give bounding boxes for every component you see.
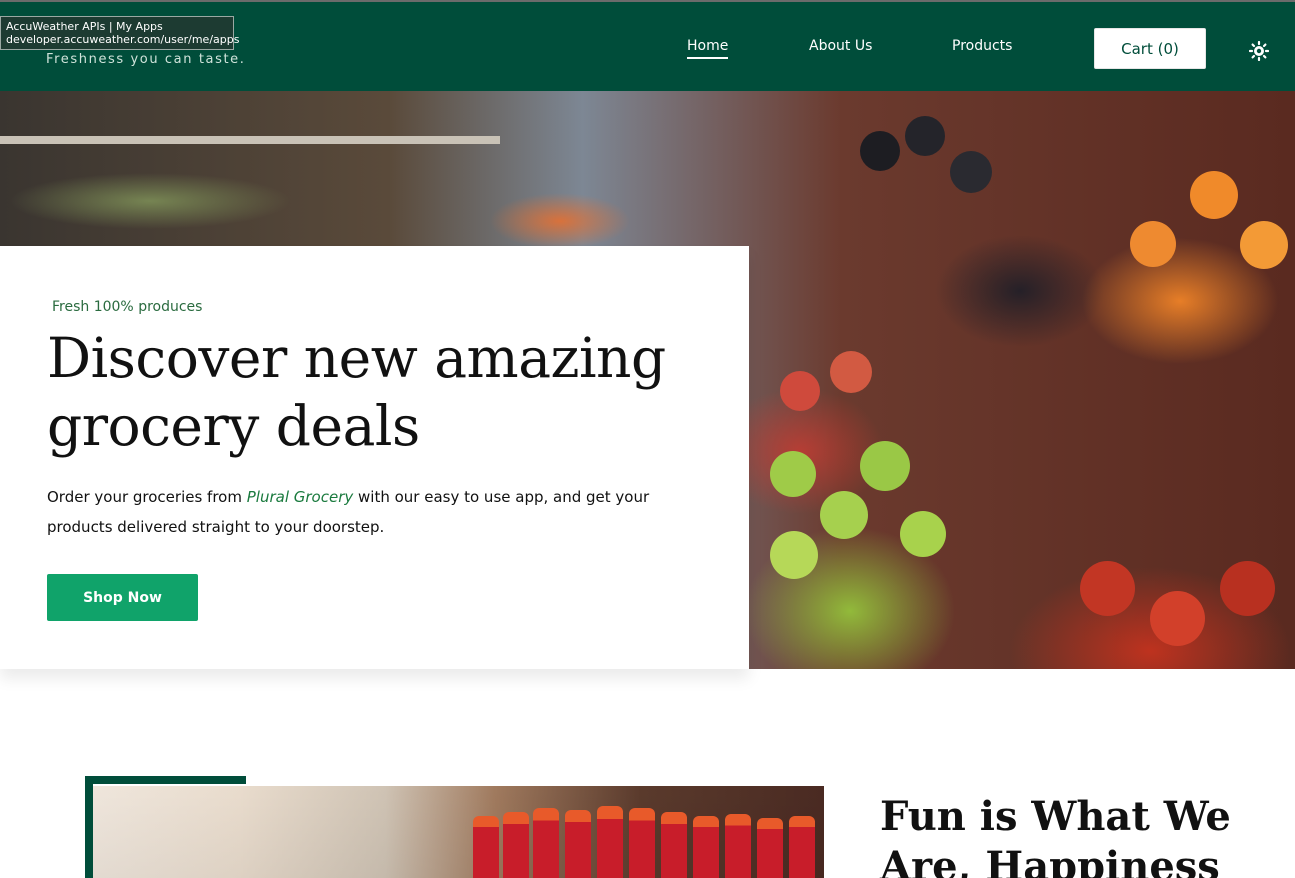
nav-products[interactable]: Products [952,38,1012,57]
browser-link-tooltip: AccuWeather APIs | My Apps developer.acc… [0,16,240,50]
produce-apple-green [770,451,816,497]
drink-bottle [693,816,719,878]
produce-apple-green [820,491,868,539]
drink-bottle [597,806,623,878]
produce-orange [1240,221,1288,269]
produce-apple-green [860,441,910,491]
drink-bottle [533,808,559,878]
produce-apple-green [900,511,946,557]
hero-desc-start: Order your groceries from [47,488,247,506]
nav-home[interactable]: Home [687,38,729,59]
hero-headline: Discover new amazing grocery deals [47,326,666,458]
shelf-price-strip [0,136,500,144]
tooltip-url: developer.accuweather.com/user/me/apps [6,33,240,46]
about-section-title: Fun is What We Are, Happiness [880,793,1231,878]
drink-bottle [503,812,529,878]
tooltip-title: AccuWeather APIs | My Apps [6,20,163,33]
produce-tomato [1220,561,1275,616]
produce-apple-green [770,531,818,579]
hero-eyebrow: Fresh 100% produces [52,299,203,315]
produce-apple-red [830,351,872,393]
produce-plum [905,116,945,156]
produce-apple-red [780,371,820,411]
sun-icon [1249,41,1269,61]
drink-bottle [661,812,687,878]
produce-tomato [1080,561,1135,616]
cart-button[interactable]: Cart (0) [1094,28,1206,69]
brand-tagline: Freshness you can taste. [46,52,246,67]
drink-bottle [629,808,655,878]
drink-bottle [473,816,499,878]
produce-orange [1130,221,1176,267]
brand-name: Plural Grocery [246,488,354,506]
drink-bottle [565,810,591,878]
theme-toggle-button[interactable] [1247,39,1271,63]
drink-bottle [725,814,751,878]
drink-bottle [789,816,815,878]
hero-card: Fresh 100% produces Discover new amazing… [0,246,749,669]
shop-now-button[interactable]: Shop Now [47,574,198,621]
nav-about-us[interactable]: About Us [809,38,872,57]
produce-tomato [1150,591,1205,646]
drinks-shelf-image [93,786,824,878]
produce-plum [860,131,900,171]
produce-plum [950,151,992,193]
drink-bottle [757,818,783,878]
hero-description: Order your groceries from Plural Grocery… [47,482,707,542]
produce-orange [1190,171,1238,219]
